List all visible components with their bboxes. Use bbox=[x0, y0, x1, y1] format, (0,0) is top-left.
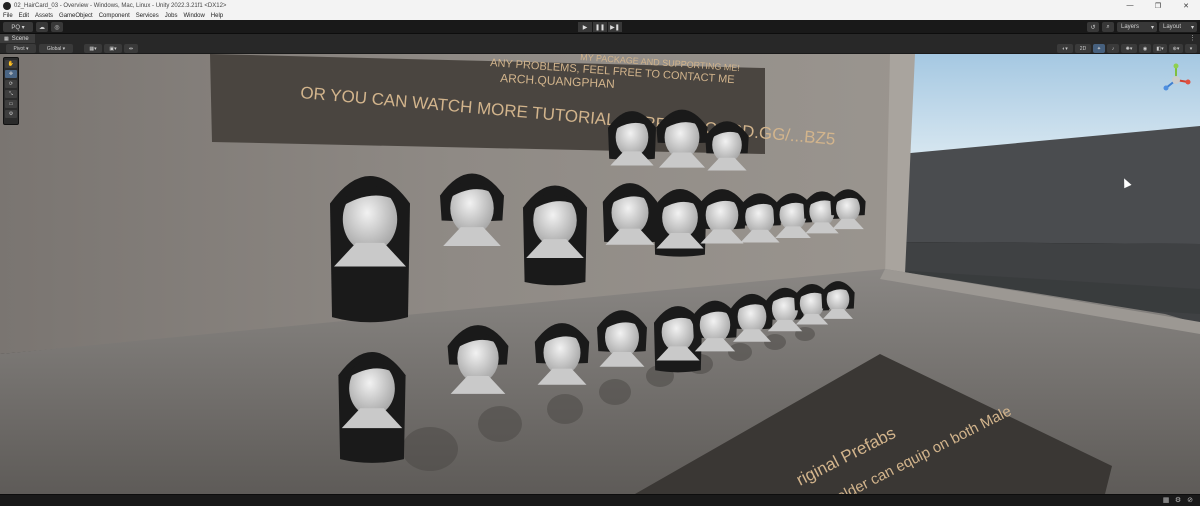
hair-model bbox=[653, 189, 707, 257]
gizmos-icon[interactable]: ⊕▾ bbox=[1169, 44, 1183, 53]
menu-services[interactable]: Services bbox=[136, 13, 159, 19]
window-controls: — ❐ ✕ bbox=[1116, 0, 1200, 11]
pivot-dropdown[interactable]: Pivot ▾ bbox=[6, 44, 36, 53]
effects-icon[interactable]: ✺▾ bbox=[1121, 44, 1137, 53]
hair-model bbox=[602, 183, 658, 245]
menu-edit[interactable]: Edit bbox=[19, 13, 29, 19]
unity-logo-icon bbox=[3, 1, 11, 10]
snap-align-icon[interactable]: ⇹ bbox=[124, 44, 138, 53]
play-button[interactable]: ▶ bbox=[578, 22, 592, 32]
undo-history-icon[interactable]: ↺ bbox=[1087, 22, 1099, 32]
menu-component[interactable]: Component bbox=[99, 13, 130, 19]
play-controls: ▶ ❚❚ ▶❚ bbox=[578, 22, 623, 32]
minimize-button[interactable]: — bbox=[1116, 0, 1144, 11]
transform-tool-icon[interactable]: ⚙ bbox=[5, 110, 17, 118]
console-icon[interactable]: ⊘ bbox=[1186, 497, 1194, 505]
scene-icon: ▦ bbox=[4, 35, 9, 42]
menu-jobs[interactable]: Jobs bbox=[165, 13, 178, 19]
rotate-tool-icon[interactable]: ⟳ bbox=[5, 80, 17, 88]
overlay-menu-icon[interactable]: ▾ bbox=[1185, 44, 1197, 53]
main-toolbar: PQ ▾ ☁ ◎ ▶ ❚❚ ▶❚ ↺ ⌕ Layers ▾ Layout ▾ bbox=[0, 20, 1200, 34]
menu-bar: File Edit Assets GameObject Component Se… bbox=[0, 11, 1200, 20]
window-titlebar: 02_HairCard_03 - Overview - Windows, Mac… bbox=[0, 0, 1200, 11]
chevron-down-icon: ▾ bbox=[1190, 24, 1194, 31]
scale-tool-icon[interactable]: ⤡ bbox=[5, 90, 17, 98]
menu-file[interactable]: File bbox=[3, 13, 13, 19]
grid-snap-icon[interactable]: ▦▾ bbox=[84, 44, 102, 53]
layers-dropdown[interactable]: Layers ▾ bbox=[1117, 22, 1157, 32]
mode-2d-toggle[interactable]: 2D bbox=[1075, 44, 1091, 53]
rect-tool-icon[interactable]: ▭ bbox=[5, 100, 17, 108]
menu-help[interactable]: Help bbox=[211, 13, 223, 19]
hair-model bbox=[338, 352, 406, 463]
pause-button[interactable]: ❚❚ bbox=[593, 22, 607, 32]
hidden-objects-icon[interactable]: ◉ bbox=[1139, 44, 1151, 53]
collab-icon[interactable]: ◎ bbox=[51, 22, 63, 32]
scene-viewport[interactable]: ANY PROBLEMS, FEEL FREE TO CONTACT ME MY… bbox=[0, 54, 1200, 494]
status-bar: ▦ ⚙ ⊘ bbox=[0, 494, 1200, 506]
orientation-gizmo[interactable] bbox=[1158, 62, 1194, 98]
close-button[interactable]: ✕ bbox=[1172, 0, 1200, 11]
scene-tab-bar: ▦ Scene bbox=[0, 34, 1200, 43]
menu-gameobject[interactable]: GameObject bbox=[59, 13, 93, 19]
tab-scene[interactable]: ▦ Scene bbox=[0, 34, 35, 43]
menu-window[interactable]: Window bbox=[183, 13, 204, 19]
search-icon[interactable]: ⌕ bbox=[1102, 22, 1114, 32]
account-dropdown[interactable]: PQ ▾ bbox=[3, 22, 33, 32]
debug-icon[interactable]: ⚙ bbox=[1174, 497, 1182, 505]
menu-assets[interactable]: Assets bbox=[35, 13, 53, 19]
lighting-toggle-icon[interactable]: ✦ bbox=[1093, 44, 1105, 53]
cloud-icon[interactable]: ☁ bbox=[36, 22, 48, 32]
hair-model bbox=[330, 175, 410, 323]
hand-tool-icon[interactable]: ✋ bbox=[5, 60, 17, 68]
draw-mode-icon[interactable]: ◐▾ bbox=[1057, 44, 1073, 53]
tab-menu-button[interactable]: ⋮ bbox=[1189, 34, 1196, 42]
step-button[interactable]: ▶❚ bbox=[608, 22, 622, 32]
layout-dropdown[interactable]: Layout ▾ bbox=[1159, 22, 1197, 32]
scene-render: ANY PROBLEMS, FEEL FREE TO CONTACT ME MY… bbox=[0, 54, 1200, 494]
audio-toggle-icon[interactable]: ♪ bbox=[1107, 44, 1119, 53]
move-tool-icon[interactable]: ✥ bbox=[5, 70, 17, 78]
hair-model bbox=[608, 111, 656, 166]
hair-model bbox=[523, 185, 587, 286]
tab-scene-label: Scene bbox=[11, 35, 29, 42]
progress-icon[interactable]: ▦ bbox=[1162, 497, 1170, 505]
maximize-button[interactable]: ❐ bbox=[1144, 0, 1172, 11]
layout-label: Layout bbox=[1163, 24, 1182, 30]
global-dropdown[interactable]: Global ▾ bbox=[39, 44, 73, 53]
chevron-down-icon: ▾ bbox=[1150, 24, 1154, 31]
scene-toolbar: Pivot ▾ Global ▾ ▦▾ ▣▾ ⇹ ◐▾ 2D ✦ ♪ ✺▾ ◉ … bbox=[0, 43, 1200, 54]
layers-label: Layers bbox=[1121, 24, 1140, 30]
tool-palette: ✋ ✥ ⟳ ⤡ ▭ ⚙ bbox=[3, 57, 19, 125]
window-title: 02_HairCard_03 - Overview - Windows, Mac… bbox=[14, 2, 227, 9]
snap-increment-icon[interactable]: ▣▾ bbox=[104, 44, 122, 53]
camera-settings-icon[interactable]: ◧▾ bbox=[1153, 44, 1167, 53]
